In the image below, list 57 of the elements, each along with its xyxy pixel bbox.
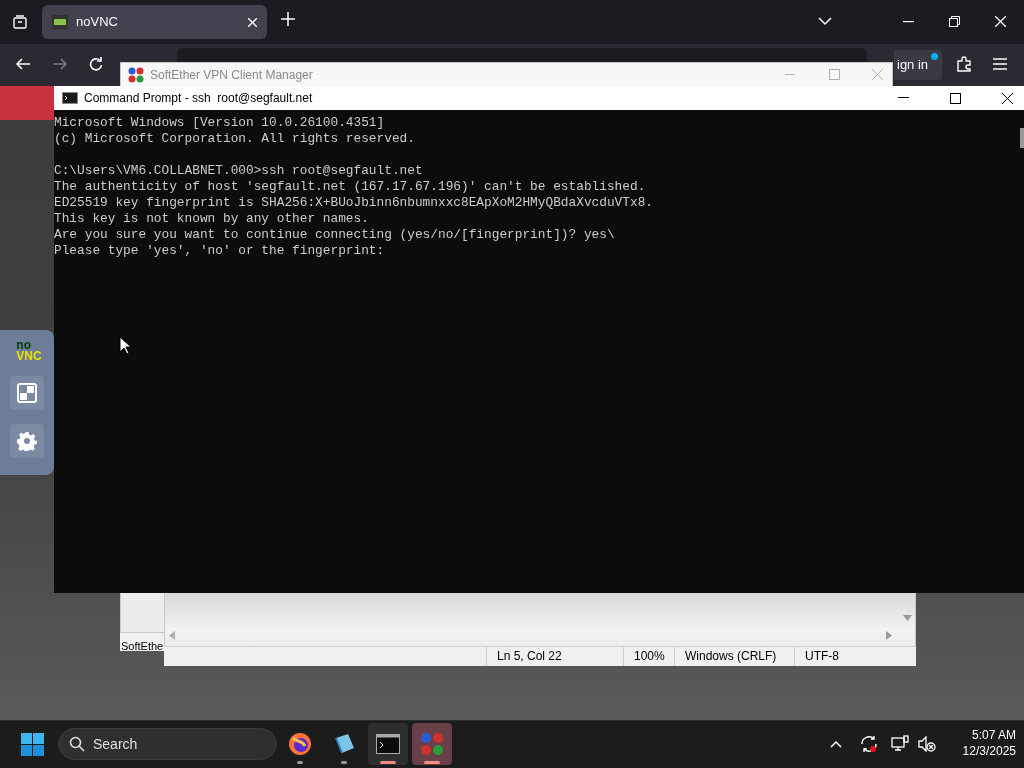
volume-muted-icon[interactable] xyxy=(918,736,936,752)
status-field: 100% xyxy=(623,647,674,666)
terminal-icon xyxy=(62,92,78,104)
chevron-down-icon[interactable] xyxy=(818,16,832,26)
minimize-icon[interactable] xyxy=(898,97,909,99)
forward-icon[interactable] xyxy=(52,56,68,72)
window-title: SoftEther VPN Client Manager xyxy=(150,66,313,84)
search-field[interactable]: Search xyxy=(58,728,277,760)
terminal-line: ED25519 key fingerprint is SHA256:X+BUoJbinn6nbumnxxc8EApXoM2HMyQBdaXvcduVTx8. xyxy=(54,195,653,211)
window-title: Command Prompt - ssh root@segfault.net xyxy=(84,90,313,107)
reload-icon[interactable] xyxy=(88,56,104,72)
start-icon[interactable] xyxy=(21,733,44,756)
search-icon xyxy=(69,736,85,752)
terminal-line: (c) Microsoft Corporation. All rights reserved. xyxy=(54,131,415,147)
app-icon xyxy=(420,732,444,756)
tab-list-icon[interactable] xyxy=(12,14,28,30)
plus-icon xyxy=(280,11,296,27)
firefox-icon xyxy=(288,732,312,756)
fullscreen-icon xyxy=(17,383,37,403)
extensions-icon[interactable] xyxy=(956,56,972,72)
terminal-line: Microsoft Windows [Version 10.0.26100.4351] xyxy=(54,115,385,131)
taskbar-app[interactable] xyxy=(368,723,408,765)
menu-icon[interactable] xyxy=(993,58,1007,70)
notification-dot-icon xyxy=(931,53,938,60)
maximize-icon[interactable] xyxy=(950,92,961,104)
sign-in-button[interactable]: ign in xyxy=(894,50,942,80)
terminal-line: The authenticity of host 'segfault.net (167.17.67.196)' can't be established. xyxy=(54,179,646,195)
notepad-icon xyxy=(332,732,356,756)
sync-icon[interactable] xyxy=(860,735,878,753)
close-icon[interactable] xyxy=(1002,92,1013,104)
status-field: Windows (CRLF) xyxy=(674,647,794,666)
terminal-line: Please type 'yes', 'no' or the fingerprint: xyxy=(54,243,385,259)
clock-time[interactable]: 5:07 AM xyxy=(971,727,1016,743)
restore-icon[interactable] xyxy=(949,16,960,27)
status-field: UTF-8 xyxy=(794,647,874,666)
settings-icon xyxy=(17,431,37,451)
clock-date[interactable]: 12/3/2025 xyxy=(962,743,1016,759)
terminal-line: This key is not known by any other names. xyxy=(54,211,369,227)
status-field: Ln 5, Col 22 xyxy=(486,647,623,666)
minimize-icon[interactable] xyxy=(903,21,914,23)
back-icon[interactable] xyxy=(15,56,31,72)
network-icon[interactable] xyxy=(891,735,909,752)
chevron-up-icon[interactable] xyxy=(830,740,842,748)
settings-button[interactable] xyxy=(10,424,44,458)
vnc-favicon-icon xyxy=(52,15,68,29)
new-tab-button[interactable] xyxy=(280,11,296,27)
app-window xyxy=(0,86,55,120)
terminal-line: Are you sure you want to continue connecting (yes/no/[fingerprint])? yes\ xyxy=(54,227,615,243)
terminal-line: C:\Users\VM6.COLLABNET.000>ssh root@segfault.net xyxy=(54,163,423,179)
terminal-icon xyxy=(376,734,400,754)
novnc-logo: no VNC xyxy=(15,340,42,362)
fullscreen-button[interactable] xyxy=(10,376,44,410)
browser-tab[interactable]: noVNC xyxy=(42,5,267,39)
scrollbar-thumb[interactable] xyxy=(1020,128,1024,148)
cursor-icon xyxy=(119,336,131,355)
status-text: SoftEthe xyxy=(120,640,164,652)
app-icon xyxy=(128,66,144,83)
